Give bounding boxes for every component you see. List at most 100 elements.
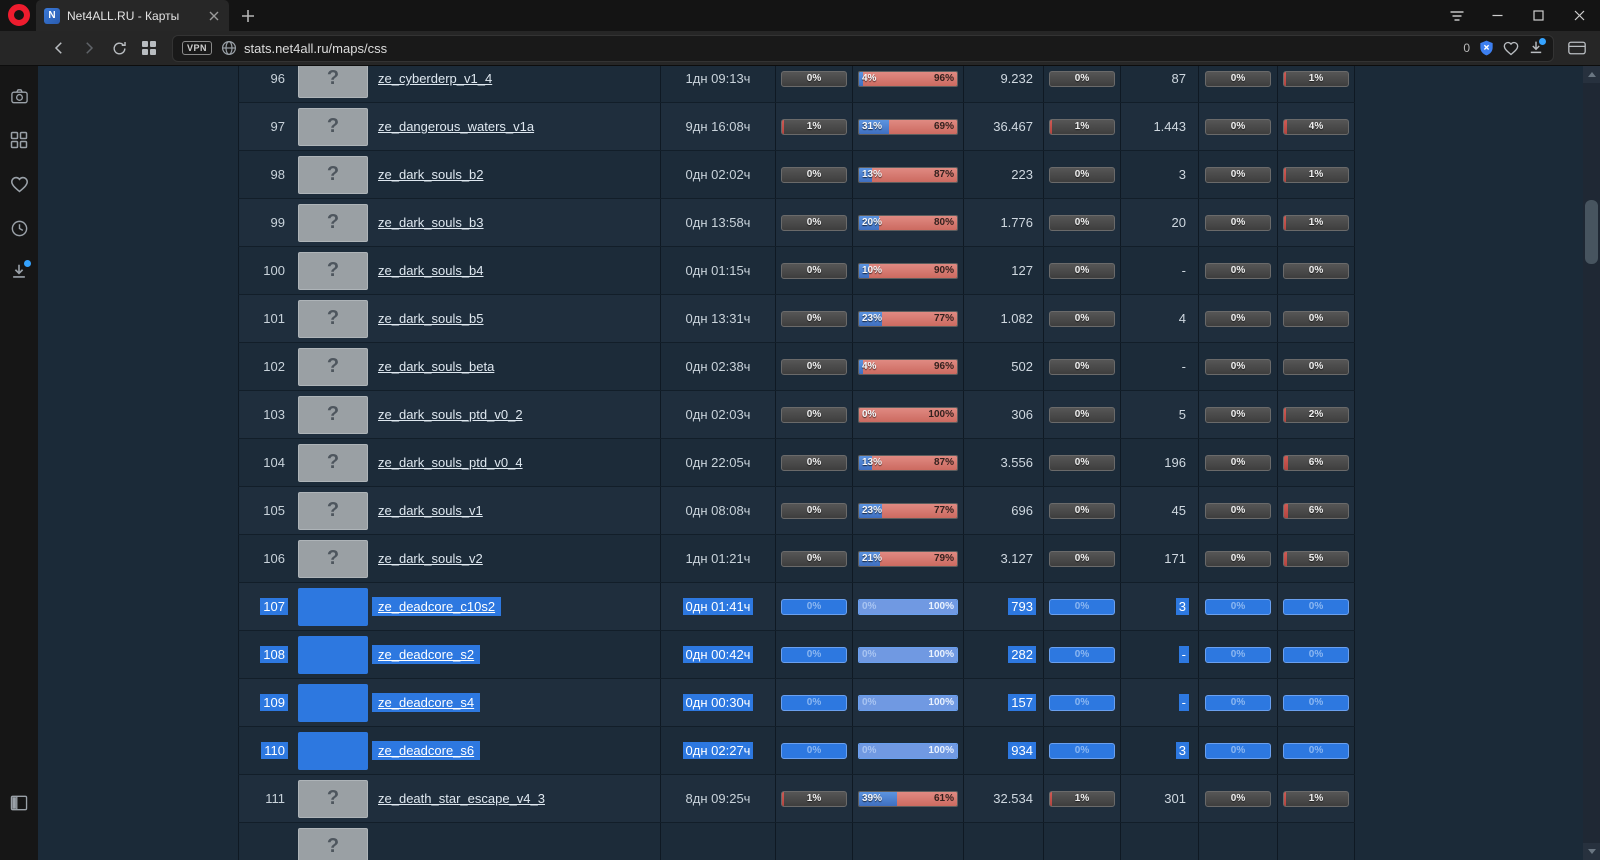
back-icon[interactable] — [44, 33, 74, 63]
scrollbar-up-arrow[interactable] — [1583, 66, 1600, 83]
map-link[interactable]: ze_dangerous_waters_v1a — [372, 117, 540, 136]
downloads-icon[interactable] — [1528, 40, 1544, 56]
reload-icon[interactable] — [104, 33, 134, 63]
thumbnail-placeholder: ? — [327, 163, 339, 186]
maximize-button[interactable] — [1518, 0, 1559, 31]
percent-badge-1: 0% — [781, 599, 847, 615]
map-thumbnail: ? — [298, 396, 368, 434]
history-clock-icon[interactable] — [9, 218, 29, 238]
percent-badge-3: 0% — [1205, 743, 1271, 759]
percent-badge-2: 0% — [1049, 695, 1115, 711]
row-count-2: 5 — [1176, 406, 1189, 423]
row-count-1: 127 — [1008, 262, 1036, 279]
map-link[interactable]: ze_dark_souls_b2 — [372, 165, 490, 184]
map-link[interactable]: ze_deadcore_s4 — [372, 693, 480, 712]
map-link[interactable]: ze_dark_souls_b5 — [372, 309, 490, 328]
row-rank: 104 — [260, 454, 288, 471]
table-row: 106 ? ze_dark_souls_v2 1дн 01:21ч 0% 21%… — [238, 535, 1355, 583]
row-rank: 107 — [260, 598, 288, 615]
table-row: 101 ? ze_dark_souls_b5 0дн 13:31ч 0% 23%… — [238, 295, 1355, 343]
row-rank: 110 — [261, 742, 288, 759]
percent-badge-4: 2% — [1283, 407, 1349, 423]
row-count-2: - — [1179, 358, 1189, 375]
download-sidebar-dot — [24, 260, 31, 267]
percent-badge-2: 0% — [1049, 647, 1115, 663]
map-link[interactable]: ze_dark_souls_beta — [372, 357, 500, 376]
row-rank: 102 — [260, 358, 288, 375]
tab-close-icon[interactable] — [205, 7, 223, 25]
percent-badge-1: 0% — [781, 503, 847, 519]
map-thumbnail: ? — [298, 252, 368, 290]
row-time: 0дн 01:15ч — [683, 262, 754, 279]
site-globe-icon[interactable] — [221, 40, 237, 56]
percent-badge-4: 0% — [1283, 695, 1349, 711]
map-thumbnail: ? — [298, 732, 368, 770]
row-count-1: 36.467 — [990, 118, 1036, 135]
map-link[interactable]: ze_death_star_escape_v4_3 — [372, 789, 551, 808]
row-count-1: 32.534 — [990, 790, 1036, 807]
opera-menu-button[interactable] — [8, 4, 30, 26]
tab-title: Net4ALL.RU - Карты — [67, 9, 205, 23]
percent-badge-1: 0% — [781, 311, 847, 327]
percent-badge-4: 0% — [1283, 263, 1349, 279]
scrollbar-thumb[interactable] — [1585, 200, 1598, 264]
forward-icon[interactable] — [74, 33, 104, 63]
snapshot-camera-icon[interactable] — [9, 86, 29, 106]
percent-badge-3: 0% — [1205, 551, 1271, 567]
win-ratio-bar: 20%80% — [858, 215, 958, 231]
percent-badge-2: 0% — [1049, 743, 1115, 759]
map-link[interactable]: ze_dark_souls_b4 — [372, 261, 490, 280]
map-link[interactable]: ze_dark_souls_b3 — [372, 213, 490, 232]
map-link[interactable]: ze_dark_souls_v1 — [372, 501, 489, 520]
speed-dial-grid-icon[interactable] — [9, 130, 29, 150]
row-count-2: - — [1179, 694, 1189, 711]
wallet-icon[interactable] — [1560, 33, 1594, 63]
percent-badge-3: 0% — [1205, 71, 1271, 87]
vpn-badge[interactable]: VPN — [182, 41, 212, 55]
sidebar-setup-icon[interactable] — [9, 793, 29, 813]
row-time: 0дн 02:27ч — [683, 742, 754, 759]
downloads-sidebar-icon[interactable] — [9, 262, 29, 282]
percent-badge-2: 1% — [1049, 119, 1115, 135]
map-link[interactable]: ze_deadcore_s6 — [372, 741, 480, 760]
map-thumbnail: ? — [298, 684, 368, 722]
row-count-1: 306 — [1008, 406, 1036, 423]
percent-badge-3: 0% — [1205, 503, 1271, 519]
percent-badge-3: 0% — [1205, 599, 1271, 615]
page-scrollbar[interactable] — [1583, 66, 1600, 860]
map-link[interactable]: ze_dark_souls_ptd_v0_2 — [372, 405, 529, 424]
row-count-2: 45 — [1169, 502, 1189, 519]
map-link[interactable]: ze_cyberderp_v1_4 — [372, 69, 498, 88]
percent-badge-4: 0% — [1283, 311, 1349, 327]
percent-badge-1: 0% — [781, 263, 847, 279]
map-thumbnail: ? — [298, 108, 368, 146]
url-text[interactable]: stats.net4all.ru/maps/css — [244, 41, 1463, 56]
scrollbar-down-arrow[interactable] — [1583, 843, 1600, 860]
map-link[interactable]: ze_deadcore_c10s2 — [372, 597, 501, 616]
browser-tab[interactable]: N Net4ALL.RU - Карты — [36, 0, 229, 31]
percent-badge-1: 0% — [781, 407, 847, 423]
percent-badge-2: 0% — [1049, 311, 1115, 327]
speed-dial-icon[interactable] — [134, 33, 164, 63]
row-count-1: 1.082 — [997, 310, 1036, 327]
percent-badge-1: 0% — [781, 359, 847, 375]
table-row: 103 ? ze_dark_souls_ptd_v0_2 0дн 02:03ч … — [238, 391, 1355, 439]
bookmarks-heart-icon[interactable] — [9, 174, 29, 194]
row-count-2: 196 — [1161, 454, 1189, 471]
percent-badge-3: 0% — [1205, 647, 1271, 663]
map-thumbnail: ? — [298, 156, 368, 194]
tab-search-icon[interactable] — [1436, 0, 1477, 31]
bookmark-heart-icon[interactable] — [1503, 41, 1519, 56]
minimize-button[interactable] — [1477, 0, 1518, 31]
url-field[interactable]: VPN stats.net4all.ru/maps/css 0 — [172, 35, 1554, 62]
map-link[interactable]: ze_dark_souls_v2 — [372, 549, 489, 568]
win-ratio-bar: 0%100% — [858, 407, 958, 423]
percent-badge-4: 0% — [1283, 359, 1349, 375]
table-row: 111 ? ze_death_star_escape_v4_3 8дн 09:2… — [238, 775, 1355, 823]
adblock-shield-icon[interactable] — [1479, 40, 1494, 56]
map-link[interactable]: ze_dark_souls_ptd_v0_4 — [372, 453, 529, 472]
percent-badge-2: 1% — [1049, 791, 1115, 807]
close-button[interactable] — [1559, 0, 1600, 31]
new-tab-button[interactable] — [237, 6, 259, 26]
map-link[interactable]: ze_deadcore_s2 — [372, 645, 480, 664]
